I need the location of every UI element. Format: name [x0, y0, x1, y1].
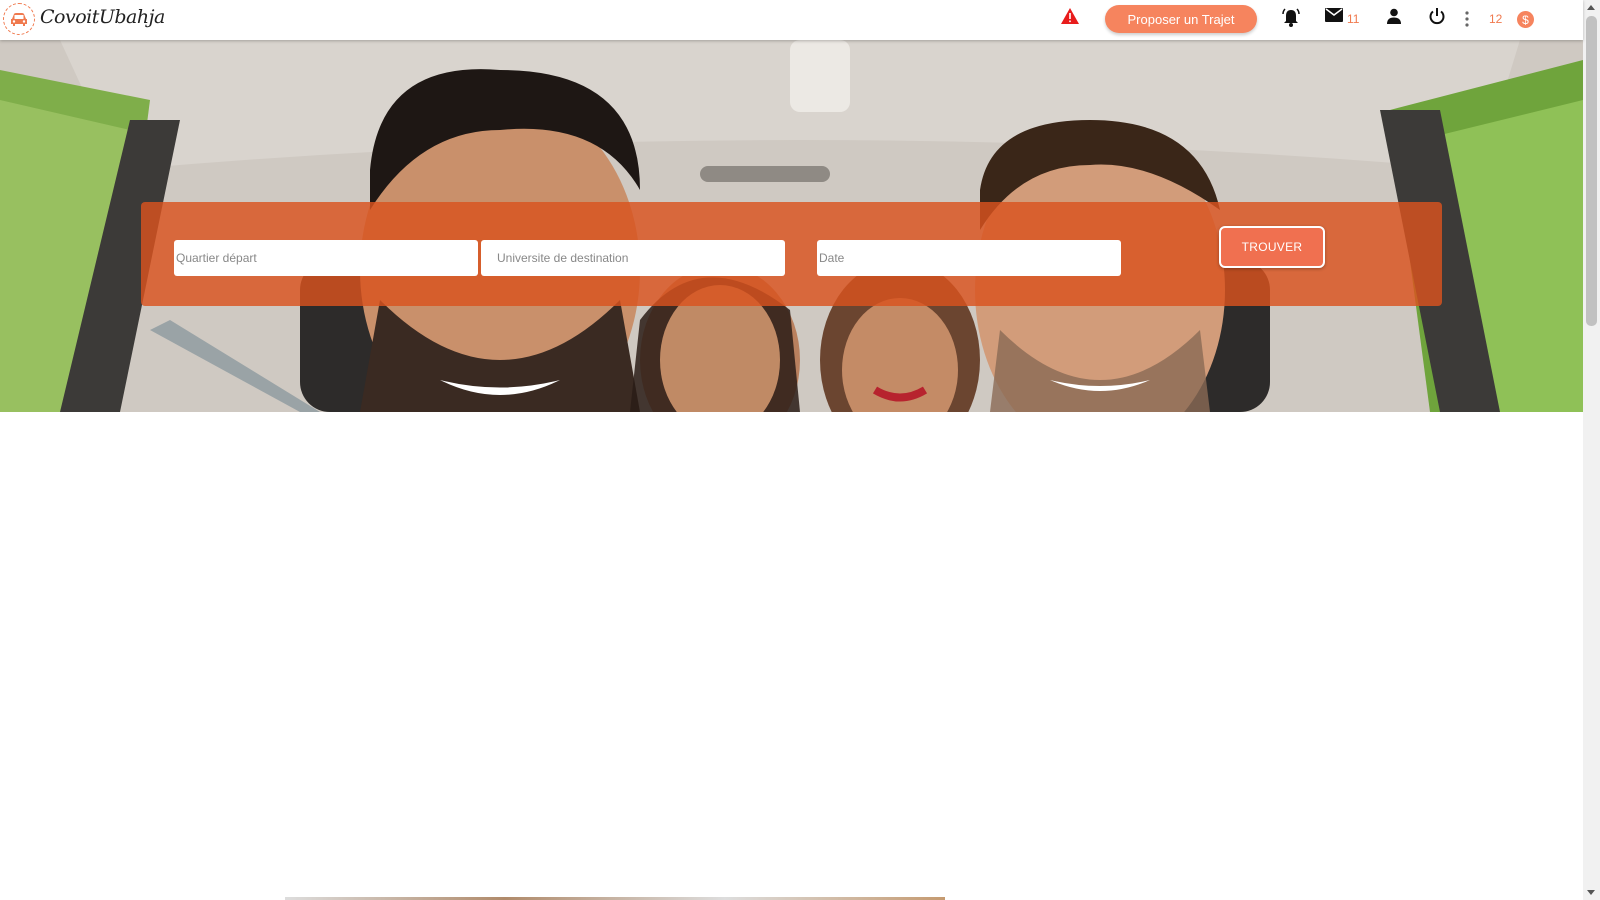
svg-text:$: $ [1522, 13, 1529, 27]
scroll-thumb[interactable] [1586, 16, 1597, 326]
messages-count: 11 [1347, 12, 1360, 26]
dollar-icon[interactable]: $ [1517, 11, 1534, 33]
bell-icon[interactable] [1281, 8, 1301, 33]
more-vert-icon[interactable] [1465, 11, 1469, 32]
coins-count: 12 [1489, 12, 1503, 26]
warning-icon[interactable] [1060, 7, 1080, 30]
top-navbar: CovoitUbahja Proposer un Trajet 11 12 $ [0, 0, 1583, 40]
departure-input[interactable] [174, 240, 478, 276]
scroll-down-arrow-icon[interactable] [1587, 890, 1595, 895]
destination-input[interactable] [481, 240, 785, 276]
car-icon [11, 13, 27, 26]
search-panel: TROUVER [141, 202, 1442, 306]
person-icon[interactable] [1386, 8, 1402, 29]
scroll-up-arrow-icon[interactable] [1587, 5, 1595, 10]
mail-icon[interactable] [1325, 8, 1343, 27]
logo[interactable] [3, 3, 35, 35]
brand-name[interactable]: CovoitUbahja [40, 6, 165, 28]
date-input[interactable] [817, 240, 1121, 276]
scrollbar[interactable] [1583, 0, 1600, 900]
find-button[interactable]: TROUVER [1219, 226, 1325, 268]
hero-banner: TROUVER [0, 40, 1583, 412]
power-icon[interactable] [1428, 7, 1446, 30]
propose-trip-button[interactable]: Proposer un Trajet [1105, 5, 1257, 33]
